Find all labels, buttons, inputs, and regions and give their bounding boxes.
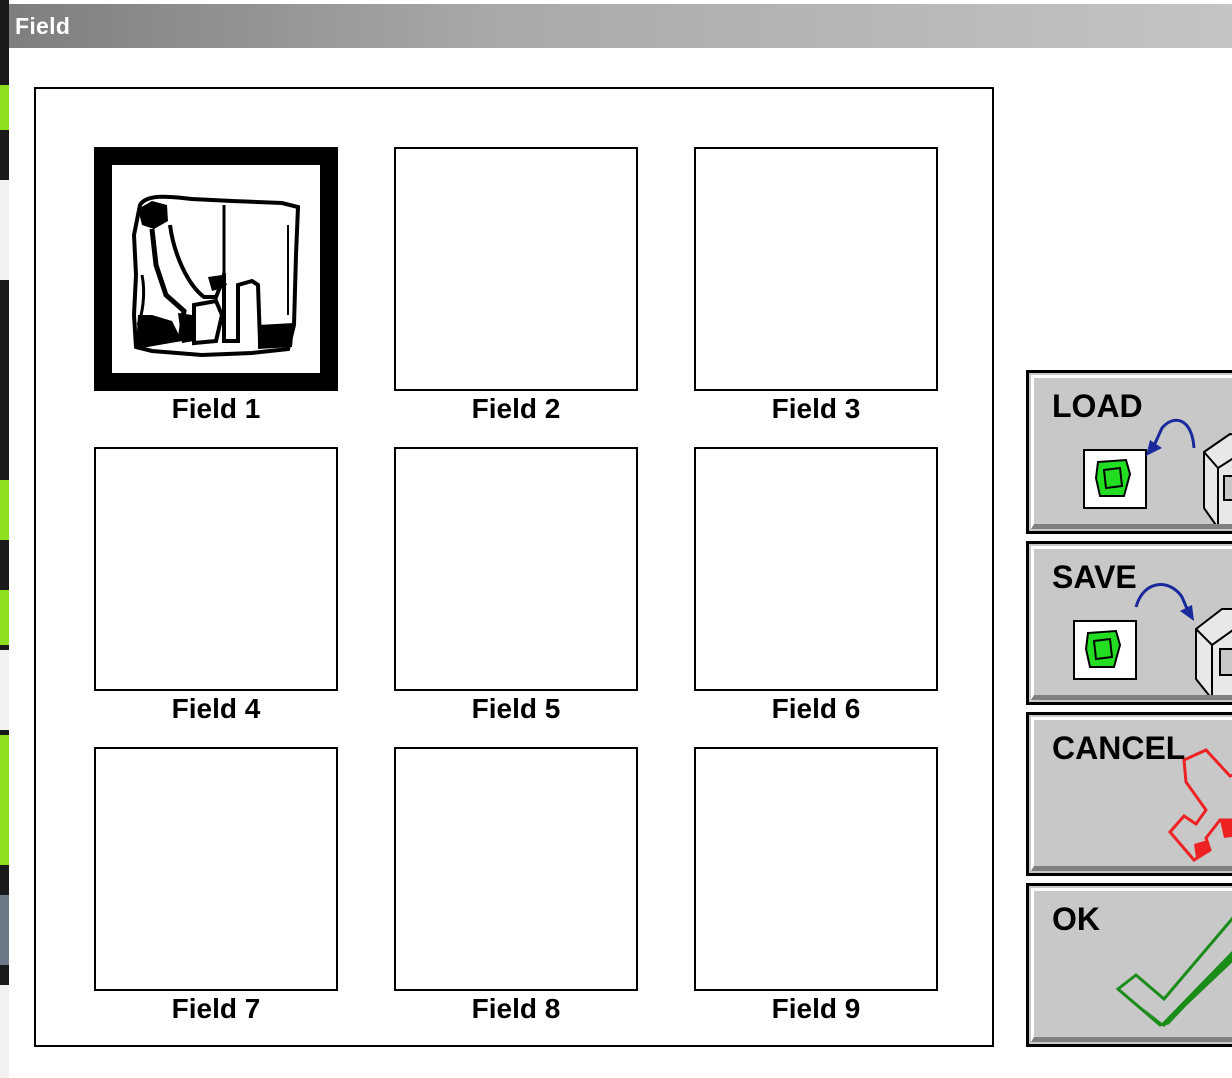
field-thumbnail-8[interactable]	[394, 747, 638, 991]
field-thumbnail-3[interactable]	[694, 147, 938, 391]
field-label-1: Field 1	[171, 393, 261, 424]
field-label-7: Field 7	[171, 993, 261, 1024]
field-dialog: Field Field 1 Field 2 Field 3 Field 4 Fi…	[0, 0, 1232, 1078]
field-thumbnail-9[interactable]	[694, 747, 938, 991]
field-label-2: Field 2	[471, 393, 561, 424]
save-button[interactable]: SAVE	[1026, 541, 1232, 705]
ok-button-face: OK	[1031, 888, 1232, 1042]
ok-button[interactable]: OK	[1026, 883, 1232, 1047]
ok-button-label: OK	[1052, 901, 1100, 937]
load-button-label: LOAD	[1052, 388, 1143, 424]
field-thumbnail-4[interactable]	[94, 447, 338, 691]
field-label-6: Field 6	[771, 693, 861, 724]
field-slot-1[interactable]: Field 1	[94, 147, 338, 425]
field-slot-3[interactable]: Field 3	[694, 147, 938, 425]
field-slot-6[interactable]: Field 6	[694, 447, 938, 725]
title-bar[interactable]: Field	[9, 4, 1232, 48]
save-button-face: SAVE	[1031, 546, 1232, 700]
field-label-4: Field 4	[171, 693, 261, 724]
cancel-button-face: CANCEL	[1031, 717, 1232, 871]
field-label-8: Field 8	[471, 993, 561, 1024]
load-button[interactable]: LOAD	[1026, 370, 1232, 534]
field-label-5: Field 5	[471, 693, 561, 724]
field-thumbnail-1[interactable]	[94, 147, 338, 391]
window-title: Field	[15, 13, 71, 39]
load-button-face: LOAD	[1031, 375, 1232, 529]
field-slot-4[interactable]: Field 4	[94, 447, 338, 725]
field-grid: Field 1 Field 2 Field 3 Field 4 Field 5 …	[34, 87, 994, 1047]
field-thumbnail-7[interactable]	[94, 747, 338, 991]
field-thumbnail-2[interactable]	[394, 147, 638, 391]
field-slot-8[interactable]: Field 8	[394, 747, 638, 1025]
field-slot-2[interactable]: Field 2	[394, 147, 638, 425]
field-label-3: Field 3	[771, 393, 861, 424]
field-map-icon	[131, 194, 301, 358]
field-slot-9[interactable]: Field 9	[694, 747, 938, 1025]
field-slot-5[interactable]: Field 5	[394, 447, 638, 725]
field-thumbnail-5[interactable]	[394, 447, 638, 691]
background-app-edge	[0, 0, 9, 1078]
field-thumbnail-6[interactable]	[694, 447, 938, 691]
cancel-button[interactable]: CANCEL	[1026, 712, 1232, 876]
field-slot-7[interactable]: Field 7	[94, 747, 338, 1025]
save-button-label: SAVE	[1052, 559, 1137, 595]
cancel-button-label: CANCEL	[1052, 730, 1186, 766]
field-label-9: Field 9	[771, 993, 861, 1024]
